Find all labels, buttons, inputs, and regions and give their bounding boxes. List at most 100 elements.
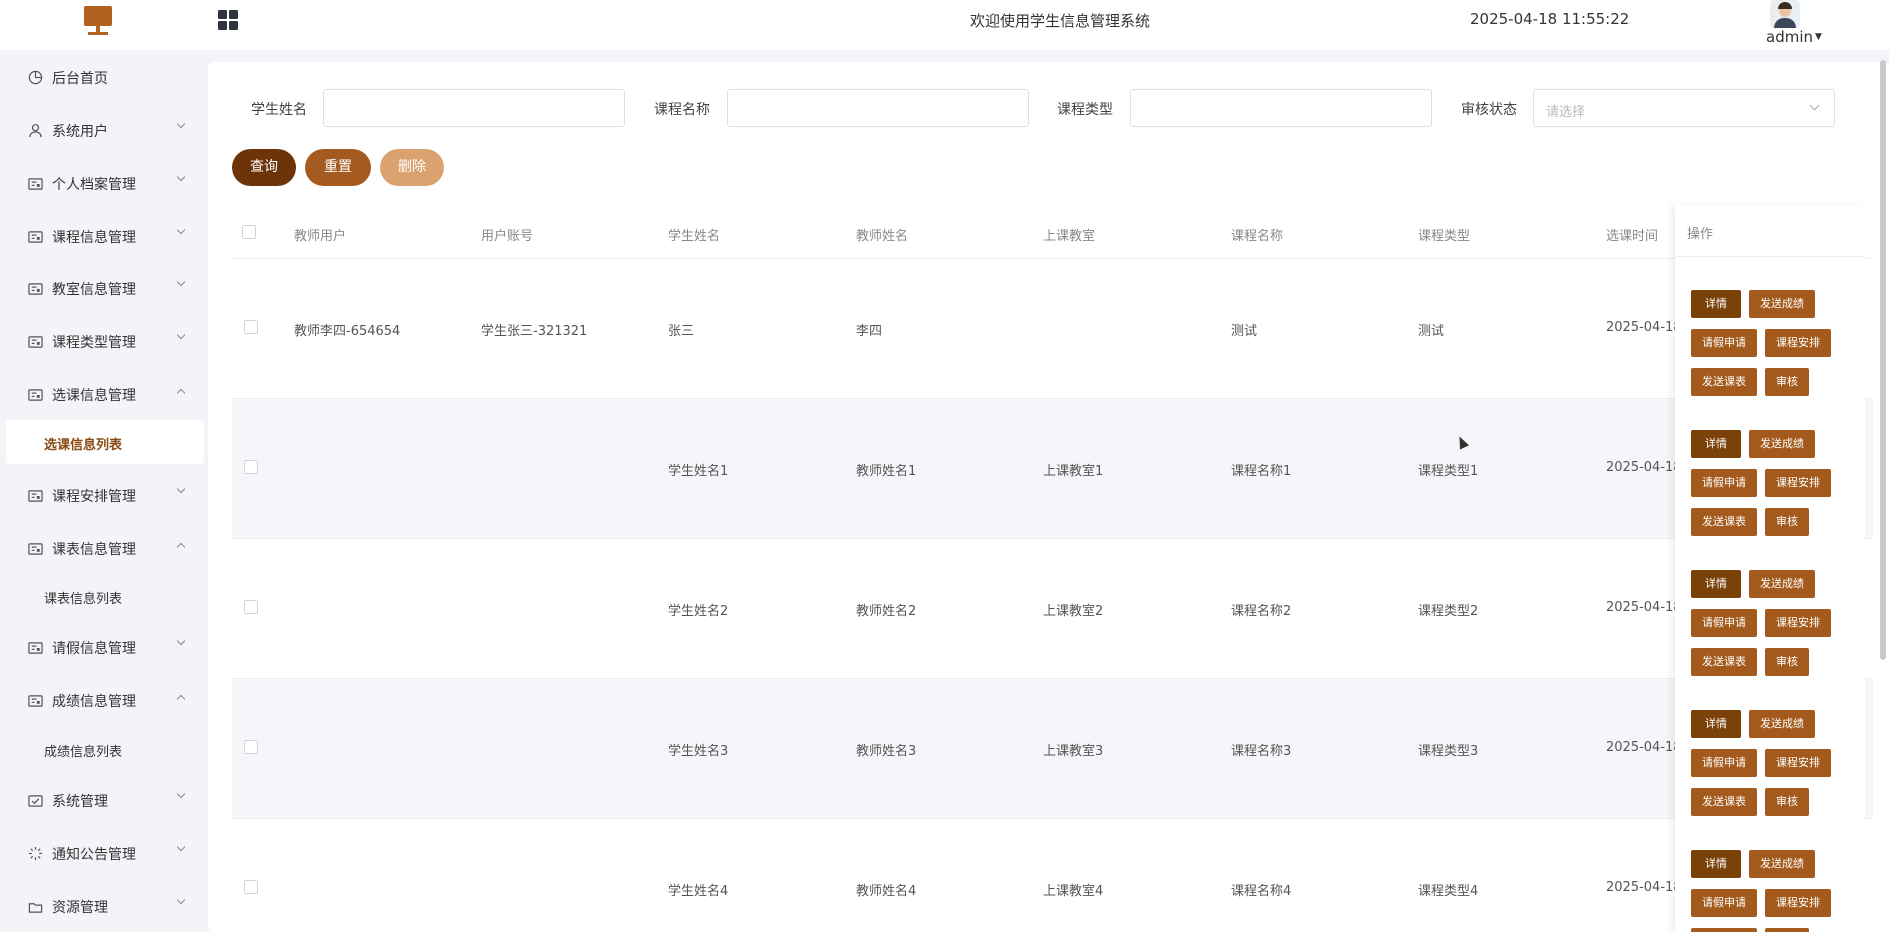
- row-checkbox[interactable]: [244, 740, 258, 754]
- send-timetable-button[interactable]: 发送课表: [1691, 648, 1757, 676]
- chevron-down-icon: [176, 895, 186, 907]
- send-grades-button[interactable]: 发送成绩: [1749, 850, 1815, 878]
- send-grades-button[interactable]: 发送成绩: [1749, 290, 1815, 318]
- column-header-student-name: 学生姓名: [668, 229, 721, 244]
- vertical-scrollbar[interactable]: [1880, 60, 1886, 660]
- table-row[interactable]: 教师李四-654654 学生张三-321321 张三 李四 测试 测试 2025-04-18: [232, 259, 1873, 399]
- sidebar-item-12[interactable]: 通知公告管理: [0, 831, 200, 875]
- reset-button[interactable]: 重置: [305, 149, 371, 186]
- chevron-down-icon: [176, 277, 186, 289]
- column-header-teacher-name: 教师姓名: [856, 229, 909, 244]
- send-timetable-button[interactable]: 发送课表: [1691, 508, 1757, 536]
- row-checkbox[interactable]: [244, 320, 258, 334]
- top-header: 欢迎使用学生信息管理系统 2025-04-18 11:55:22 admin ▼: [0, 0, 1889, 50]
- sidebar-item-label: 教室信息管理: [52, 282, 136, 298]
- delete-button[interactable]: 删除: [380, 149, 444, 186]
- sidebar-item-4[interactable]: 教室信息管理: [0, 266, 200, 310]
- user-menu[interactable]: admin ▼: [1766, 28, 1822, 46]
- detail-button[interactable]: 详情: [1691, 570, 1741, 598]
- sidebar-item-2[interactable]: 个人档案管理: [0, 161, 200, 205]
- filter-label-student-name: 学生姓名: [251, 102, 307, 118]
- cell-classroom: 上课教室3: [1043, 744, 1104, 759]
- student-name-input[interactable]: [323, 89, 625, 127]
- sidebar-subitem-1[interactable]: 课表信息列表: [6, 574, 204, 618]
- review-status-placeholder: 请选择: [1546, 105, 1586, 120]
- send-grades-button[interactable]: 发送成绩: [1749, 430, 1815, 458]
- detail-button[interactable]: 详情: [1691, 850, 1741, 878]
- sidebar-item-13[interactable]: 资源管理: [0, 884, 200, 928]
- course-schedule-button[interactable]: 课程安排: [1765, 469, 1831, 497]
- chevron-up-icon: [176, 385, 186, 398]
- course-schedule-button[interactable]: 课程安排: [1765, 889, 1831, 917]
- row-checkbox[interactable]: [244, 460, 258, 474]
- send-grades-button[interactable]: 发送成绩: [1749, 570, 1815, 598]
- check-box-icon: [28, 793, 43, 807]
- course-schedule-button[interactable]: 课程安排: [1765, 329, 1831, 357]
- sidebar-item-5[interactable]: 课程类型管理: [0, 319, 200, 363]
- folder-icon: [28, 899, 43, 913]
- review-status-select[interactable]: 请选择: [1533, 89, 1835, 127]
- sidebar-item-6[interactable]: 选课信息管理: [0, 372, 200, 416]
- sidebar-item-1[interactable]: 系统用户: [0, 108, 200, 152]
- cell-course-name: 课程名称1: [1231, 464, 1292, 479]
- current-datetime: 2025-04-18 11:55:22: [1470, 10, 1630, 28]
- sidebar-item-11[interactable]: 系统管理: [0, 778, 200, 822]
- cell-teacher-name: 教师姓名1: [856, 464, 917, 479]
- sidebar-item-label: 通知公告管理: [52, 847, 136, 863]
- detail-button[interactable]: 详情: [1691, 290, 1741, 318]
- select-all-checkbox[interactable]: [242, 225, 256, 239]
- table-row[interactable]: 学生姓名1 教师姓名1 上课教室1 课程名称1 课程类型1 2025-04-18: [232, 399, 1873, 539]
- review-button[interactable]: 审核: [1765, 788, 1809, 816]
- cell-student-name: 学生姓名3: [668, 744, 729, 759]
- leave-request-button[interactable]: 请假申请: [1691, 469, 1757, 497]
- table-row[interactable]: 学生姓名4 教师姓名4 上课教室4 课程名称4 课程类型4 2025-04-18: [232, 819, 1873, 932]
- detail-button[interactable]: 详情: [1691, 430, 1741, 458]
- sidebar-subitem-2[interactable]: 成绩信息列表: [6, 727, 204, 771]
- review-button[interactable]: 审核: [1765, 368, 1809, 396]
- review-button[interactable]: 审核: [1765, 928, 1809, 932]
- grid-menu-icon[interactable]: [218, 10, 238, 30]
- sidebar-item-0[interactable]: 后台首页: [0, 55, 200, 99]
- monitor-logo-icon: [84, 6, 112, 36]
- column-header-user-account: 用户账号: [481, 229, 534, 244]
- cell-user-account: 学生张三-321321: [481, 324, 588, 339]
- course-type-input[interactable]: [1130, 89, 1432, 127]
- user-name-label: admin: [1766, 28, 1813, 46]
- send-timetable-button[interactable]: 发送课表: [1691, 368, 1757, 396]
- leave-request-button[interactable]: 请假申请: [1691, 749, 1757, 777]
- sidebar-item-8[interactable]: 课表信息管理: [0, 526, 200, 570]
- chevron-down-icon: [176, 789, 186, 801]
- sidebar-item-label: 课程信息管理: [52, 230, 136, 246]
- sidebar: 后台首页系统用户个人档案管理 课程信息管理 教室信息管理课程类型管理选课信息管理课程…: [0, 50, 204, 932]
- review-button[interactable]: 审核: [1765, 508, 1809, 536]
- sidebar-item-label: 选课信息管理: [52, 388, 136, 404]
- sidebar-subitem-label: 课表信息列表: [44, 592, 123, 607]
- card-icon: [28, 387, 43, 401]
- table-row[interactable]: 学生姓名3 教师姓名3 上课教室3 课程名称3 课程类型3 2025-04-18: [232, 679, 1873, 819]
- table-row[interactable]: 学生姓名2 教师姓名2 上课教室2 课程名称2 课程类型2 2025-04-18: [232, 539, 1873, 679]
- sidebar-item-3[interactable]: 课程信息管理: [0, 214, 200, 258]
- review-button[interactable]: 审核: [1765, 648, 1809, 676]
- leave-request-button[interactable]: 请假申请: [1691, 609, 1757, 637]
- query-button[interactable]: 查询: [232, 149, 296, 186]
- send-timetable-button[interactable]: 发送课表: [1691, 928, 1757, 932]
- cell-teacher-name: 教师姓名2: [856, 604, 917, 619]
- leave-request-button[interactable]: 请假申请: [1691, 889, 1757, 917]
- sidebar-item-7[interactable]: 课程安排管理: [0, 473, 200, 517]
- avatar[interactable]: [1770, 0, 1800, 28]
- course-name-input[interactable]: [727, 89, 1029, 127]
- send-timetable-button[interactable]: 发送课表: [1691, 788, 1757, 816]
- course-schedule-button[interactable]: 课程安排: [1765, 749, 1831, 777]
- cell-student-name: 张三: [668, 324, 695, 339]
- detail-button[interactable]: 详情: [1691, 710, 1741, 738]
- sidebar-item-label: 系统管理: [52, 794, 108, 810]
- row-checkbox[interactable]: [244, 880, 258, 894]
- row-checkbox[interactable]: [244, 600, 258, 614]
- course-schedule-button[interactable]: 课程安排: [1765, 609, 1831, 637]
- sidebar-item-10[interactable]: 成绩信息管理: [0, 678, 200, 722]
- send-grades-button[interactable]: 发送成绩: [1749, 710, 1815, 738]
- leave-request-button[interactable]: 请假申请: [1691, 329, 1757, 357]
- sidebar-subitem-0[interactable]: 选课信息列表: [6, 420, 204, 464]
- sidebar-item-9[interactable]: 请假信息管理: [0, 625, 200, 669]
- sidebar-item-label: 个人档案管理: [52, 177, 136, 193]
